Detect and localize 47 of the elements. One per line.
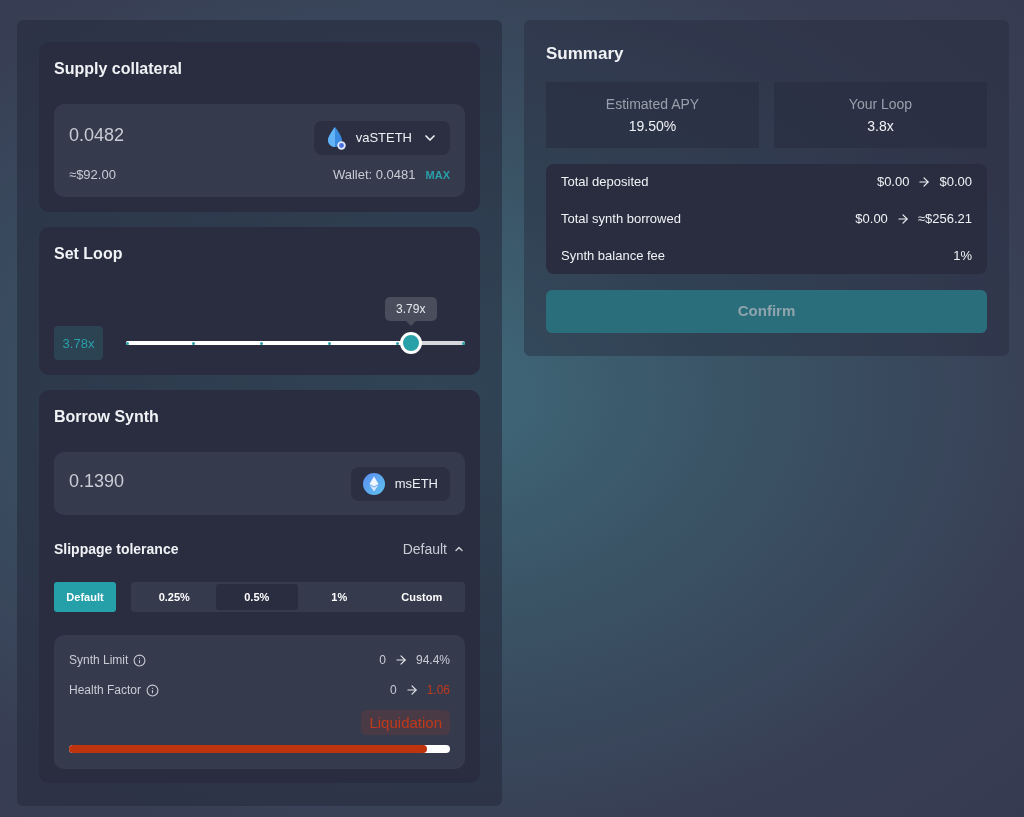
detail-current-value: $0.00 — [855, 210, 888, 229]
stat-label: Your Loop — [848, 95, 913, 113]
detail-new-value: $0.00 — [939, 173, 972, 192]
wallet-balance: Wallet: 0.0481 — [332, 167, 416, 183]
loop-slider-track[interactable] — [126, 332, 465, 354]
stat-label: Estimated APY — [605, 95, 700, 113]
detail-current-value: $0.00 — [876, 173, 910, 192]
slippage-option[interactable]: 1% — [298, 584, 381, 610]
detail-value: 1% — [953, 247, 972, 266]
ethereum-token-icon — [362, 472, 385, 495]
risk-new-value: 1.06 — [426, 682, 450, 699]
arrow-right-icon — [895, 212, 910, 226]
liquidation-badge: Liquidation — [361, 710, 450, 735]
detail-label: Total deposited — [561, 173, 649, 192]
token-selector[interactable]: msETH — [350, 466, 450, 501]
stat-value: 3.8x — [867, 117, 894, 135]
section-title: Slippage tolerance — [54, 539, 179, 559]
max-button[interactable]: MAX — [425, 167, 450, 183]
amount-input[interactable]: 0.1390 — [69, 468, 341, 495]
slippage-option[interactable]: Custom — [380, 584, 463, 610]
detail-label: Total synth borrowed — [561, 210, 681, 229]
summary-title: Summary — [546, 43, 625, 65]
risk-current-value: 0 — [379, 652, 386, 669]
usd-value: ≈$92.00 — [69, 167, 116, 183]
loop-slider-thumb[interactable] — [399, 332, 422, 354]
card-title: Borrow Synth — [54, 407, 160, 427]
risk-new-value: 94.4% — [415, 652, 450, 669]
amount-field[interactable]: 0.0482 vaSTETH ≈$92.00 Wallet: 0.0481 MAX — [54, 104, 465, 197]
risk-label: Synth Limit — [69, 652, 129, 669]
slippage-option[interactable]: 0.25% — [133, 584, 216, 610]
detail-new-value: ≈$256.21 — [917, 210, 972, 229]
card-title: Supply collateral — [54, 59, 184, 79]
slippage-toggle[interactable]: Default — [402, 538, 465, 560]
arrow-right-icon — [917, 175, 932, 189]
card-title: Set Loop — [54, 244, 124, 264]
water-drop-token-icon — [325, 126, 346, 150]
value-tooltip: 3.79x — [384, 297, 437, 326]
info-icon[interactable] — [146, 683, 160, 697]
amount-input[interactable]: 0.0482 — [69, 121, 304, 149]
amount-field[interactable]: 0.1390 msETH — [54, 452, 465, 515]
info-icon[interactable] — [133, 653, 147, 667]
stat-value: 19.50% — [628, 117, 677, 135]
risk-label: Health Factor — [69, 682, 142, 699]
token-selector[interactable]: vaSTETH — [313, 121, 450, 155]
slippage-option[interactable]: 0.5% — [215, 584, 298, 610]
detail-label: Synth balance fee — [561, 247, 666, 266]
risk-current-value: 0 — [389, 682, 397, 699]
